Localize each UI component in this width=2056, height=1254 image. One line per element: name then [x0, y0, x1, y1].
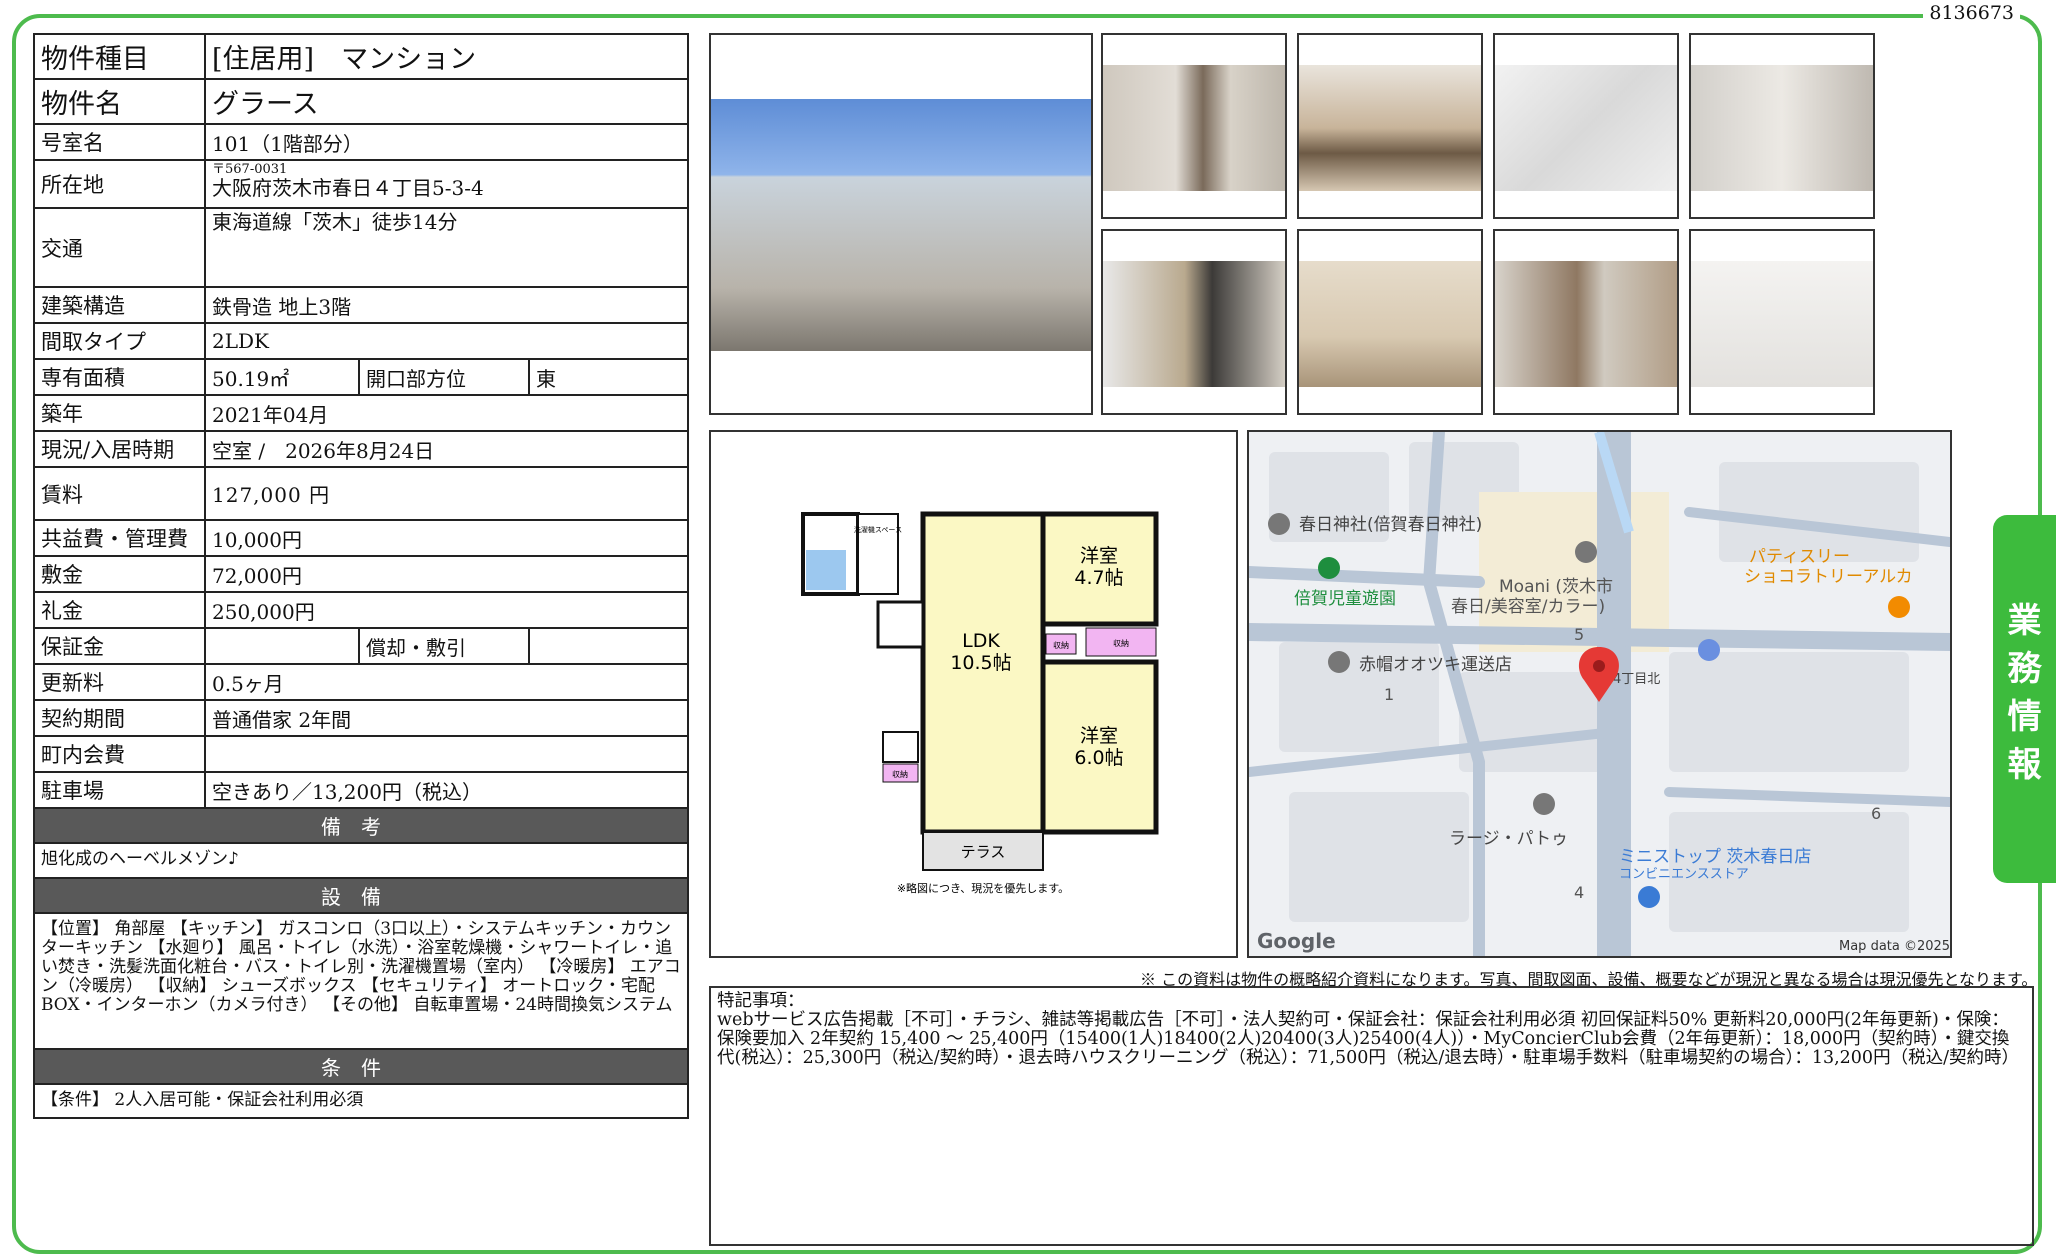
map-place-store: ミニストップ 茨木春日店: [1619, 847, 1811, 867]
ldk-size: 10.5帖: [950, 652, 1011, 674]
side-tab-char-1: 業: [2007, 601, 2042, 641]
terrace-label: テラス: [961, 843, 1006, 861]
structure-label: 建築構造: [33, 286, 206, 324]
living-room-photo[interactable]: [1493, 229, 1679, 415]
map-number-4: 4: [1574, 883, 1584, 902]
address-label: 所在地: [33, 159, 206, 209]
amortization-value: [527, 627, 690, 665]
key-money-value: 250,000円: [203, 591, 690, 629]
transit-value: 東海道線「茨木」徒歩14分: [203, 207, 690, 288]
contract-value: 普通借家 2年間: [203, 699, 690, 737]
ldk-label: LDK: [962, 630, 1000, 652]
equipment-heading: 設備: [32, 877, 690, 914]
map-number-5: 5: [1574, 625, 1584, 644]
map-place-patisserie-2: ショコラトリーアルカ: [1744, 567, 1913, 587]
fee-value: 10,000円: [203, 519, 690, 557]
bathroom-photo[interactable]: [1493, 33, 1679, 219]
guarantee-value: [204, 627, 360, 665]
side-tab-char-4: 報: [2007, 745, 2042, 785]
remarks-text: 旭化成のヘーベルメゾン♪: [32, 842, 690, 879]
room1-label: 洋室: [1080, 545, 1118, 567]
direction-label: 開口部方位: [358, 358, 530, 396]
property-id: 8136673: [1923, 2, 2020, 24]
washroom-photo[interactable]: [1689, 33, 1875, 219]
address-value: 大阪府茨木市春日４丁目5-3-4: [212, 176, 484, 200]
room-photo-1[interactable]: [1101, 33, 1287, 219]
status-label: 現況/入居時期: [33, 430, 206, 468]
floor-plan: 洗濯機スペース LDK 10.5帖 洋室 4.7帖 収納 収納 洋室 6.0帖 …: [709, 430, 1238, 958]
map-place-store-type: コンビニエンスストア: [1619, 867, 1749, 882]
storage-label-3: 収納: [892, 769, 908, 779]
room1-size: 4.7帖: [1074, 567, 1123, 589]
washer-space-label: 洗濯機スペース: [854, 525, 902, 534]
built-value: 2021年04月: [203, 394, 690, 432]
floorplan-note: ※略図につき、現況を優先します。: [897, 881, 1069, 895]
direction-value: 東: [527, 358, 690, 396]
special-notes-text: webサービス広告掲載［不可］・チラシ、雑誌等掲載広告［不可］・法人契約可・保証…: [717, 1010, 2019, 1068]
deposit-label: 敷金: [33, 555, 206, 593]
contract-label: 契約期間: [33, 699, 206, 737]
key-money-label: 礼金: [33, 591, 206, 629]
zip-code: 〒567-0031: [212, 162, 288, 177]
building-exterior-photo[interactable]: [709, 33, 1093, 415]
rent-value: 127,000 円: [203, 466, 690, 521]
toilet-photo[interactable]: [1297, 229, 1483, 415]
structure-value: 鉄骨造 地上3階: [203, 286, 690, 324]
spec-table: 物件種目 [住居用] マンション 物件名 グラース 号室名 101（1階部分） 所在地…: [32, 33, 690, 1119]
map-place-salon-1: Moani (茨木市: [1499, 577, 1613, 597]
fee-label: 共益費・管理費: [33, 519, 206, 557]
kitchen-photo[interactable]: [1297, 33, 1483, 219]
special-notes-title: 特記事項：: [717, 991, 805, 1011]
map-number-6: 6: [1871, 804, 1881, 823]
map-place-restaurant: ラージ・パトゥ: [1449, 829, 1568, 849]
type-value: [住居用] マンション: [203, 33, 690, 80]
google-logo: Google: [1257, 929, 1336, 953]
map-place-park: 倍賀児童遊園: [1294, 589, 1396, 609]
room-label: 号室名: [33, 123, 206, 161]
side-tab-char-3: 情: [2007, 697, 2042, 737]
remarks-heading: 備考: [32, 807, 690, 844]
transit-label: 交通: [33, 207, 206, 288]
storage-label-2: 収納: [1113, 638, 1129, 648]
status-value: 空室 / 2026年8月24日: [203, 430, 690, 468]
name-value: グラース: [203, 78, 690, 125]
map-place-moving: 赤帽オオツキ運送店: [1359, 655, 1512, 675]
area-value: 50.19㎡: [204, 358, 360, 396]
amortization-label: 償却・敷引: [358, 627, 530, 665]
renewal-value: 0.5ヶ月: [203, 663, 690, 701]
conditions-heading: 条件: [32, 1048, 690, 1085]
built-label: 築年: [33, 394, 206, 432]
type-label: 物件種目: [33, 33, 206, 80]
map-place-patisserie-1: パティスリー: [1749, 547, 1850, 567]
layout-value: 2LDK: [203, 322, 690, 360]
address-cell: 〒567-0031 大阪府茨木市春日４丁目5-3-4: [203, 159, 690, 209]
layout-label: 間取タイプ: [33, 322, 206, 360]
deposit-value: 72,000円: [203, 555, 690, 593]
conditions-text: 【条件】 2人入居可能・保証会社利用必須: [32, 1083, 690, 1119]
storage-label-1: 収納: [1053, 640, 1069, 650]
guarantee-label: 保証金: [33, 627, 206, 665]
room-value: 101（1階部分）: [203, 123, 690, 161]
entrance-photo[interactable]: [1101, 229, 1287, 415]
rent-label: 賃料: [33, 466, 206, 521]
community-label: 町内会費: [33, 735, 206, 773]
room2-label: 洋室: [1080, 725, 1118, 747]
business-info-tab[interactable]: 業 務 情 報: [1993, 515, 2056, 883]
map-place-salon-2: 春日/美容室/カラー): [1451, 597, 1605, 617]
room2-size: 6.0帖: [1074, 747, 1123, 769]
renewal-label: 更新料: [33, 663, 206, 701]
area-label: 専有面積: [33, 358, 206, 396]
map-number-1: 1: [1384, 685, 1394, 704]
air-conditioner-photo[interactable]: [1689, 229, 1875, 415]
community-value: [203, 735, 690, 773]
parking-label: 駐車場: [33, 771, 206, 809]
map-credit: Map data ©2025: [1839, 939, 1950, 954]
location-map[interactable]: 春日神社(倍賀春日神社) 倍賀児童遊園 Moani (茨木市 春日/美容室/カラ…: [1247, 430, 1952, 958]
equipment-text: 【位置】 角部屋 【キッチン】 ガスコンロ（3口以上）・システムキッチン・カウン…: [32, 912, 690, 1050]
parking-value: 空きあり／13,200円（税込）: [203, 771, 690, 809]
special-notes-box: 特記事項： webサービス広告掲載［不可］・チラシ、雑誌等掲載広告［不可］・法人…: [709, 986, 2034, 1246]
side-tab-char-2: 務: [2007, 649, 2042, 689]
name-label: 物件名: [33, 78, 206, 125]
map-place-shrine: 春日神社(倍賀春日神社): [1299, 515, 1482, 535]
